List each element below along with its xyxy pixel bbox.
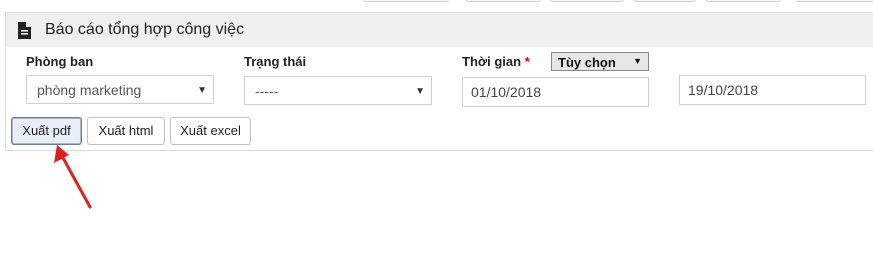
annotation-arrow-icon	[54, 145, 92, 209]
